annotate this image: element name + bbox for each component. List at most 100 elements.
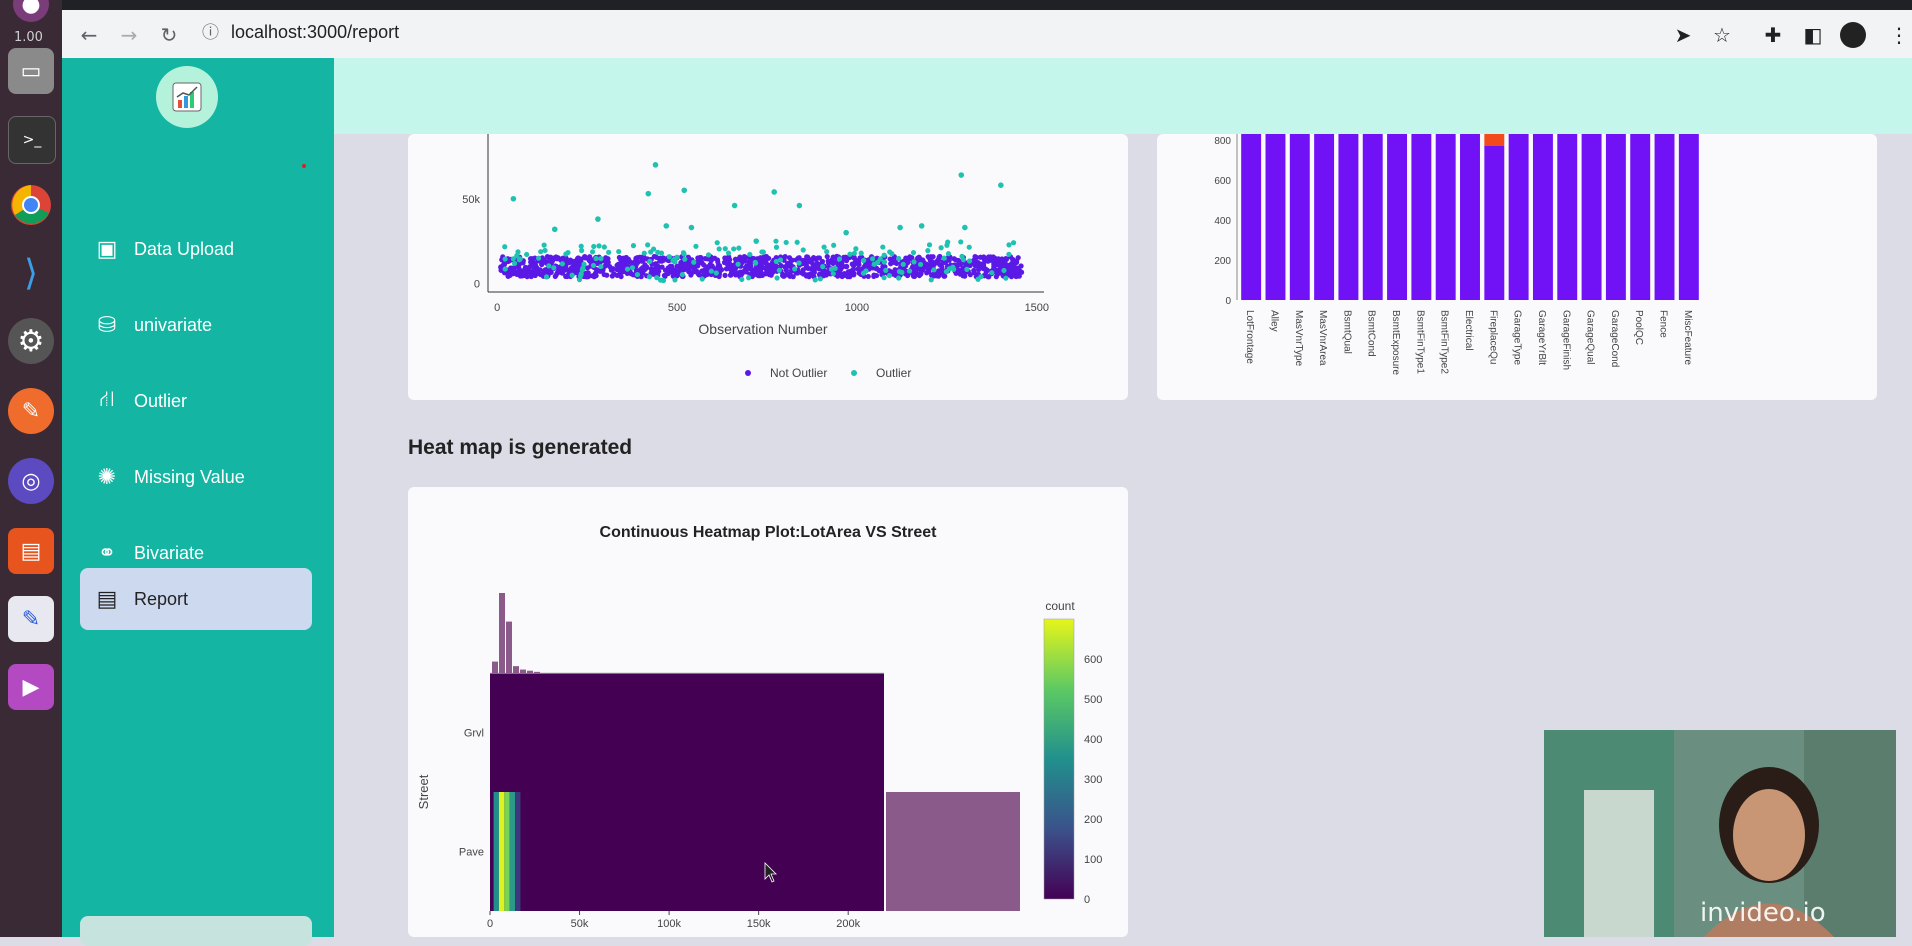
not-outlier-point [752, 268, 758, 275]
outlier-point [900, 261, 906, 267]
network-icon[interactable]: ◎ [8, 458, 54, 504]
reload-icon[interactable]: ↻ [154, 20, 184, 50]
outlier-point [910, 249, 917, 256]
outlier-point [925, 248, 931, 254]
outlier-point [817, 276, 823, 282]
sidebar-item-outlier[interactable]: ⛙ Outlier [80, 370, 312, 432]
bar [1678, 124, 1699, 300]
invideo-watermark-logo: invideo.io [1700, 898, 1826, 928]
not-outlier-point [936, 257, 942, 263]
sidebar-item-missing-value[interactable]: ✺ Missing Value [80, 446, 312, 508]
sidebar-item-label: Data Upload [134, 238, 235, 259]
not-outlier-point [747, 258, 753, 264]
postman-icon[interactable]: ✎ [8, 388, 54, 434]
outlier-point [911, 259, 917, 265]
sidepanel-icon[interactable]: ◧ [1798, 20, 1828, 50]
scatter-y-tick-label: 50k [462, 194, 480, 206]
not-outlier-point [728, 267, 734, 273]
bookmark-star-icon[interactable]: ☆ [1707, 20, 1737, 50]
outlier-point [716, 246, 722, 252]
terminal-icon[interactable]: >_ [8, 116, 56, 164]
bar [1460, 124, 1480, 300]
outlier-point [589, 249, 596, 255]
firefox-icon[interactable]: ● [13, 0, 49, 22]
bar [1557, 124, 1578, 300]
sidebar-item-data-upload[interactable]: ▣ Data Upload [80, 218, 312, 280]
not-outlier-point [608, 267, 614, 273]
not-outlier-point [662, 272, 668, 279]
app-logo[interactable] [156, 66, 218, 128]
outlier-point [688, 224, 695, 231]
video-player-icon[interactable]: ▶ [8, 664, 54, 710]
outlier-point [899, 269, 905, 275]
outlier-point [941, 255, 947, 261]
outlier-point [871, 261, 877, 267]
not-outlier-point [722, 272, 728, 278]
not-outlier-point [514, 271, 520, 278]
impress-icon[interactable]: ▤ [8, 528, 54, 574]
not-outlier-point [758, 261, 764, 267]
heatmap-cell [498, 792, 505, 911]
outlier-point [658, 250, 665, 256]
heatmap-cell [504, 792, 510, 911]
url-text: localhost:3000/report [231, 22, 400, 42]
outlier-point [897, 224, 903, 231]
not-outlier-point [667, 263, 673, 269]
heatmap-cell [509, 792, 516, 911]
bar-category-label: FireplaceQu [1487, 310, 1498, 364]
outlier-point [1001, 267, 1007, 274]
not-outlier-point [959, 268, 965, 274]
outlier-point [847, 251, 853, 257]
not-outlier-point [768, 265, 775, 271]
outlier-point [735, 261, 741, 267]
outlier-point [975, 276, 981, 282]
sidebar: ▣ Data Upload ⛁ univariate ⛙ Outlier ✺ M… [62, 58, 334, 946]
not-outlier-point [763, 265, 769, 271]
bar-category-label: GarageYrBlt [1536, 310, 1547, 365]
extensions-icon[interactable]: ✚ [1758, 20, 1788, 50]
chrome-icon[interactable] [8, 182, 54, 228]
bar-category-label: GarageType [1512, 310, 1523, 365]
files-icon[interactable]: ▭ [8, 48, 54, 94]
heatmap-y-axis-label: Street [416, 774, 431, 809]
database-search-icon: ⛁ [97, 312, 117, 338]
outlier-point [858, 250, 864, 256]
sidebar-item-label: Report [134, 588, 189, 609]
bar-category-label: GarageCond [1609, 310, 1620, 367]
outlier-point [616, 248, 622, 255]
outlier-point [861, 257, 867, 264]
outlier-point [736, 245, 742, 251]
outlier-point [591, 243, 597, 250]
not-outlier-point [708, 258, 714, 264]
outlier-point [886, 272, 892, 279]
outlier-point [917, 261, 924, 268]
not-outlier-point [537, 271, 544, 278]
outlier-point [647, 258, 653, 264]
send-icon[interactable]: ➤ [1668, 20, 1698, 50]
address-bar[interactable]: ⓘ localhost:3000/report [202, 18, 399, 43]
bar-category-label: LotFrontage [1244, 310, 1255, 364]
avatar[interactable] [1838, 20, 1868, 50]
back-icon[interactable]: ← [74, 20, 104, 50]
vscode-icon[interactable]: ⟩ [8, 250, 54, 296]
outlier-point [679, 271, 685, 278]
forward-icon[interactable]: → [114, 20, 144, 50]
scatter-x-tick-label: 0 [494, 302, 500, 314]
bar-y-tick-label: 800 [1214, 136, 1231, 147]
not-outlier-point [757, 255, 764, 261]
sidebar-item-univariate[interactable]: ⛁ univariate [80, 294, 312, 356]
outlier-point [502, 266, 508, 272]
not-outlier-point [676, 267, 683, 273]
not-outlier-point [1012, 265, 1018, 271]
outlier-point [851, 250, 857, 256]
sidebar-item-report[interactable]: ▤ Report [80, 568, 312, 630]
not-outlier-point [560, 268, 566, 274]
outlier-point [821, 244, 827, 250]
menu-kebab-icon[interactable]: ⋮ [1884, 20, 1912, 50]
settings-icon[interactable]: ⚙ [8, 318, 54, 364]
sidebar-bottom-button[interactable] [80, 916, 312, 946]
bar [1508, 124, 1529, 300]
editor-icon[interactable]: ✎ [8, 596, 54, 642]
scatter-x-tick-label: 1500 [1025, 302, 1049, 314]
outlier-point [515, 249, 521, 255]
